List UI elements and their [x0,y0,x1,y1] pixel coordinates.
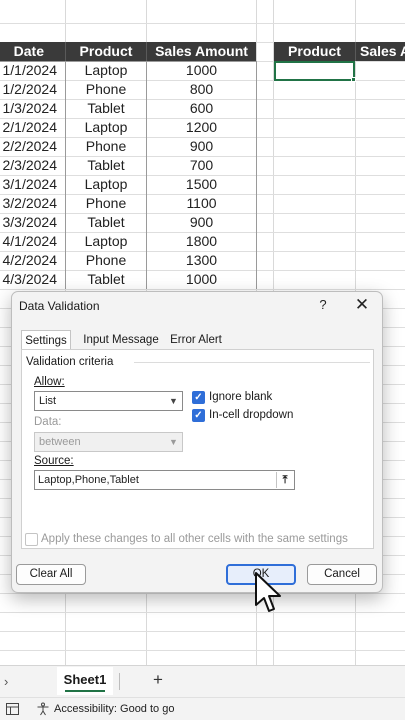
table-cell-sales[interactable]: 900 [147,213,256,232]
apply-all-checkbox[interactable] [25,533,38,546]
tab-divider [119,673,120,690]
table-cell-product[interactable]: Tablet [66,213,146,232]
accessibility-status-text[interactable]: Accessibility: Good to go [54,703,174,715]
incell-dropdown-label[interactable]: In-cell dropdown [209,409,293,421]
grid-row-line [0,650,405,651]
close-icon[interactable]: ✕ [350,294,374,316]
data-validation-dialog: Data Validation ? ✕ Settings Input Messa… [11,291,383,593]
table-cell-product[interactable]: Tablet [66,270,146,289]
table-cell-sales[interactable]: 600 [147,99,256,118]
side-header-cell-sales[interactable]: Sales A [355,42,405,61]
side-header-cell-product[interactable]: Product [274,42,355,61]
table-cell-sales[interactable]: 1500 [147,175,256,194]
header-cell-date[interactable]: Date [0,42,65,61]
table-cell-date[interactable]: 2/3/2024 [0,156,65,175]
chevron-down-icon: ▼ [169,396,178,406]
table-cell-product[interactable]: Tablet [66,99,146,118]
table-cell-sales[interactable]: 1100 [147,194,256,213]
table-cell-sales[interactable]: 1000 [147,61,256,80]
apply-all-label[interactable]: Apply these changes to all other cells w… [41,533,348,545]
grid-row-line [0,23,405,24]
table-cell-product[interactable]: Laptop [66,61,146,80]
chevron-down-icon: ▼ [169,437,178,447]
table-cell-product[interactable]: Phone [66,137,146,156]
table-cell-product[interactable]: Laptop [66,175,146,194]
status-bar: Accessibility: Good to go [0,697,405,720]
table-cell-date[interactable]: 3/3/2024 [0,213,65,232]
allow-dropdown[interactable]: List ▼ [34,391,183,411]
table-cell-date[interactable]: 4/3/2024 [0,270,65,289]
table-cell-date[interactable]: 3/1/2024 [0,175,65,194]
table-cell-product[interactable]: Laptop [66,118,146,137]
ignore-blank-label[interactable]: Ignore blank [209,391,272,403]
sheet-nav-next[interactable]: › [4,674,8,689]
data-value: between [39,436,81,448]
table-cell-date[interactable]: 4/1/2024 [0,232,65,251]
table-cell-date[interactable]: 2/1/2024 [0,118,65,137]
incell-dropdown-checkbox[interactable]: ✓ [192,409,205,422]
clear-all-button[interactable]: Clear All [16,564,86,585]
table-cell-product[interactable]: Phone [66,251,146,270]
source-label: Source: [34,455,74,467]
fill-handle[interactable] [351,77,356,82]
table-cell-date[interactable]: 1/2/2024 [0,80,65,99]
source-value: Laptop,Phone,Tablet [38,474,139,486]
table-border [256,61,257,289]
table-cell-sales[interactable]: 1000 [147,270,256,289]
table-cell-date[interactable]: 2/2/2024 [0,137,65,156]
cancel-button[interactable]: Cancel [307,564,377,585]
help-button[interactable]: ? [312,294,334,316]
validation-criteria-label: Validation criteria [26,356,114,368]
table-cell-product[interactable]: Laptop [66,232,146,251]
tab-error-alert[interactable]: Error Alert [166,330,226,350]
sheet-tab-sheet1[interactable]: Sheet1 [57,667,113,695]
mouse-pointer-icon [255,572,281,612]
tab-settings[interactable]: Settings [21,330,71,350]
tab-input-message[interactable]: Input Message [79,330,163,350]
table-cell-date[interactable]: 1/1/2024 [0,61,65,80]
settings-panel: Validation criteria Allow: List ▼ ✓ Igno… [21,349,374,549]
accessibility-glyph [37,702,49,716]
header-cell-sales-amount[interactable]: Sales Amount [146,42,256,61]
data-label: Data: [34,416,62,428]
excel-window: Date Product Sales Amount Product Sales … [0,0,405,720]
dialog-title: Data Validation [19,299,100,313]
table-cell-date[interactable]: 4/2/2024 [0,251,65,270]
collapse-dialog-icon[interactable]: ⤒ [276,472,293,488]
grid-row-line [0,289,405,290]
table-cell-product[interactable]: Phone [66,194,146,213]
accessibility-icon[interactable] [36,702,50,719]
group-divider [134,362,370,363]
table-cell-product[interactable]: Tablet [66,156,146,175]
active-tab-indicator [65,690,105,692]
source-input[interactable]: Laptop,Phone,Tablet ⤒ [34,470,295,490]
data-dropdown: between ▼ [34,432,183,452]
sheet-tab-label: Sheet1 [63,672,107,687]
table-cell-product[interactable]: Phone [66,80,146,99]
grid-row-line [0,593,405,594]
add-sheet-button[interactable]: + [153,670,163,690]
table-cell-sales[interactable]: 1300 [147,251,256,270]
table-cell-sales[interactable]: 1800 [147,232,256,251]
selected-cell[interactable] [274,61,355,81]
header-cell-product[interactable]: Product [65,42,146,61]
cell-mode-glyph [6,703,19,715]
allow-value: List [39,395,57,407]
table-cell-date[interactable]: 3/2/2024 [0,194,65,213]
table-cell-date[interactable]: 1/3/2024 [0,99,65,118]
table-cell-sales[interactable]: 900 [147,137,256,156]
cell-mode-icon[interactable] [6,703,19,718]
sheet-tab-bar: › Sheet1 + [0,665,405,697]
table-cell-sales[interactable]: 800 [147,80,256,99]
table-cell-sales[interactable]: 1200 [147,118,256,137]
grid-row-line [0,631,405,632]
grid-row-line [0,612,405,613]
ignore-blank-checkbox[interactable]: ✓ [192,391,205,404]
table-cell-sales[interactable]: 700 [147,156,256,175]
allow-label: Allow: [34,376,65,388]
